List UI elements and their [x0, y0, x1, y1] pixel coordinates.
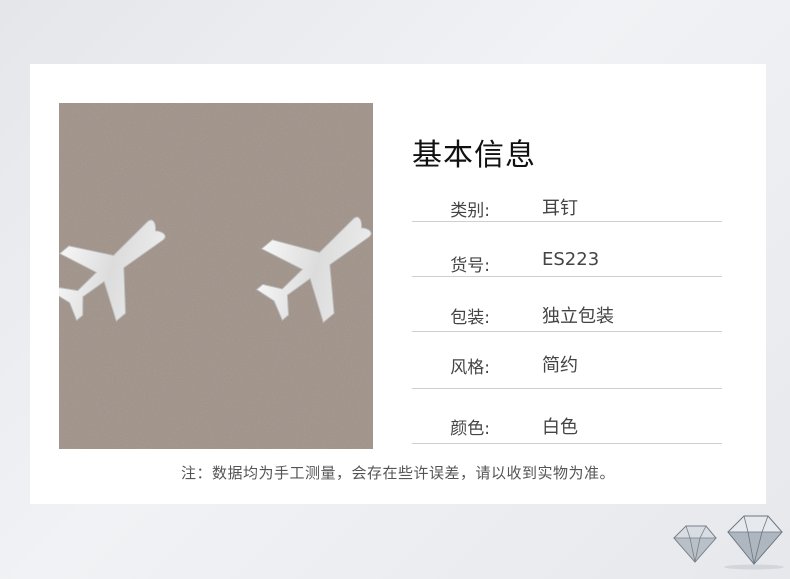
category-label: 类别: — [450, 201, 490, 221]
item-number-value: ES223 — [542, 249, 600, 270]
style-value: 简约 — [542, 355, 578, 376]
packaging-label: 包装: — [450, 308, 490, 328]
category-value: 耳钉 — [542, 198, 578, 219]
airplane-earrings-image — [59, 103, 373, 449]
item-number-label: 货号: — [450, 256, 490, 276]
color-label: 颜色: — [450, 419, 490, 439]
product-photo — [59, 103, 373, 449]
info-row-style: 风格: 简约 — [412, 334, 722, 389]
info-row-category: 类别: 耳钉 — [412, 167, 722, 222]
measurement-note: 注：数据均为手工测量，会存在些许误差，请以收到实物为准。 — [180, 464, 615, 482]
product-info-card: 基本信息 类别: 耳钉 货号: ES223 包装: 独立包装 风格: 简约 颜色… — [30, 64, 766, 504]
packaging-value: 独立包装 — [542, 306, 614, 327]
info-row-item-number: 货号: ES223 — [412, 222, 722, 277]
diamond-decoration-icon — [673, 515, 784, 570]
info-row-color: 颜色: 白色 — [412, 389, 722, 444]
style-label: 风格: — [450, 358, 490, 378]
color-value: 白色 — [542, 417, 578, 438]
info-row-packaging: 包装: 独立包装 — [412, 277, 722, 332]
